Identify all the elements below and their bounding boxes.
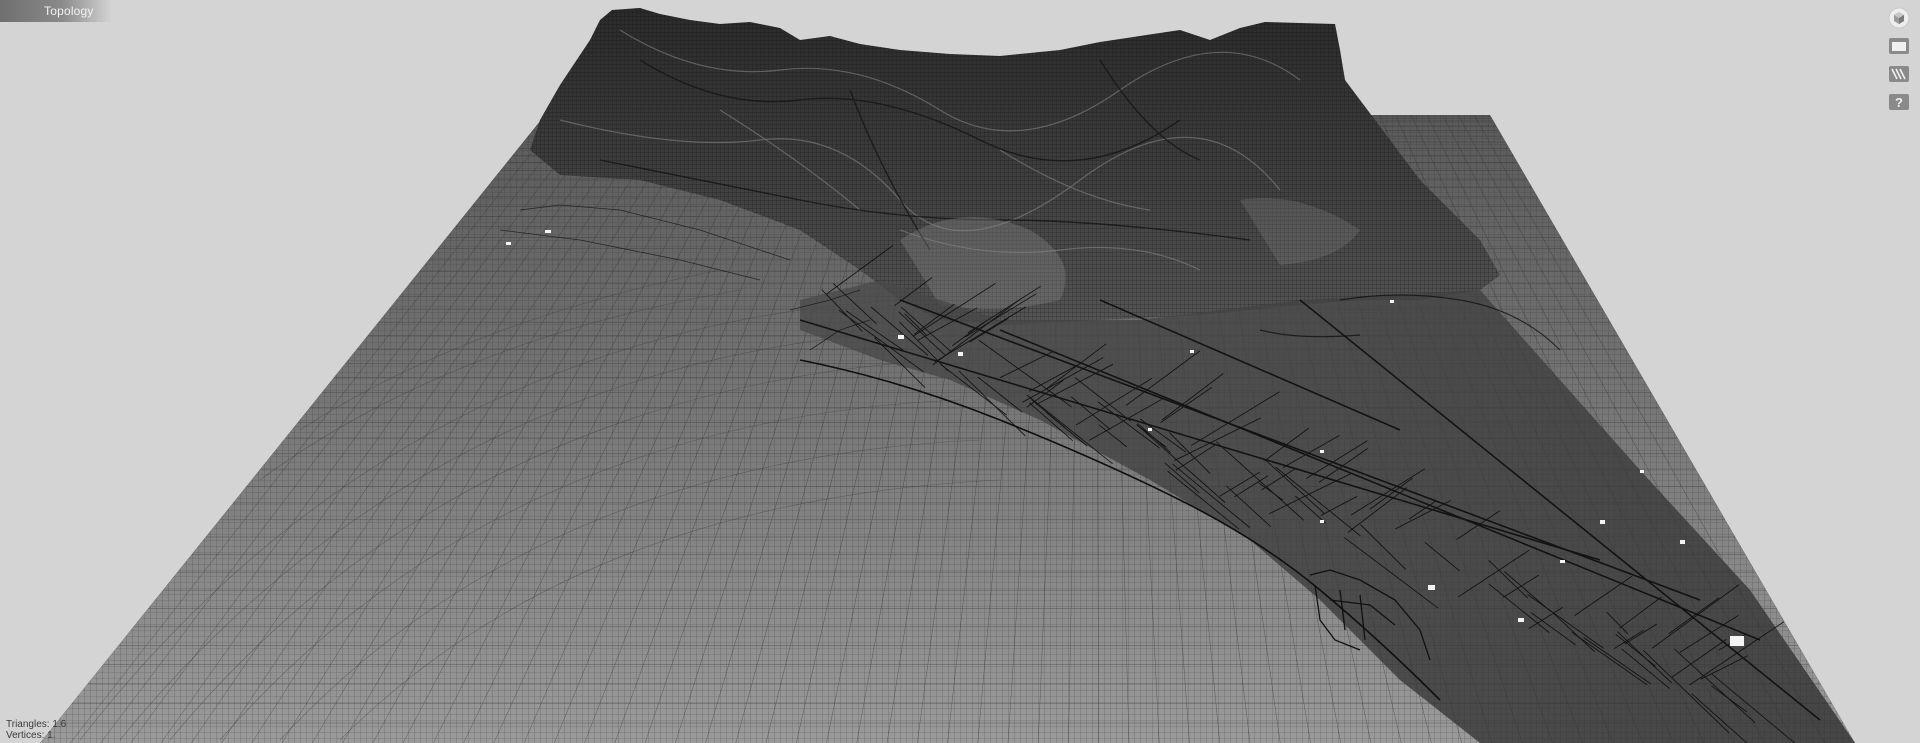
window-title-tab[interactable]: Topology [0,0,112,22]
viewer-toolbar: ? [1886,7,1912,112]
help-button[interactable]: ? [1888,92,1910,112]
svg-text:?: ? [1895,95,1903,110]
terrain-mesh[interactable] [0,0,1920,743]
triangle-count: Triangles: 1.6 [6,719,67,730]
wireframe-button[interactable] [1888,64,1910,84]
3d-viewport[interactable]: Topology ? Triangles: 1.6 Vertices: 1. [0,0,1920,743]
render-stats: Triangles: 1.6 Vertices: 1. [6,719,66,741]
view-cube-button[interactable] [1888,7,1910,29]
view-cube-icon [1888,7,1910,29]
vertex-count: Vertices: 1. [6,730,56,741]
panel-icon [1889,38,1909,54]
panel-button[interactable] [1888,36,1910,56]
window-title: Topology [44,4,94,18]
help-icon: ? [1889,94,1909,110]
wireframe-icon [1889,66,1909,82]
